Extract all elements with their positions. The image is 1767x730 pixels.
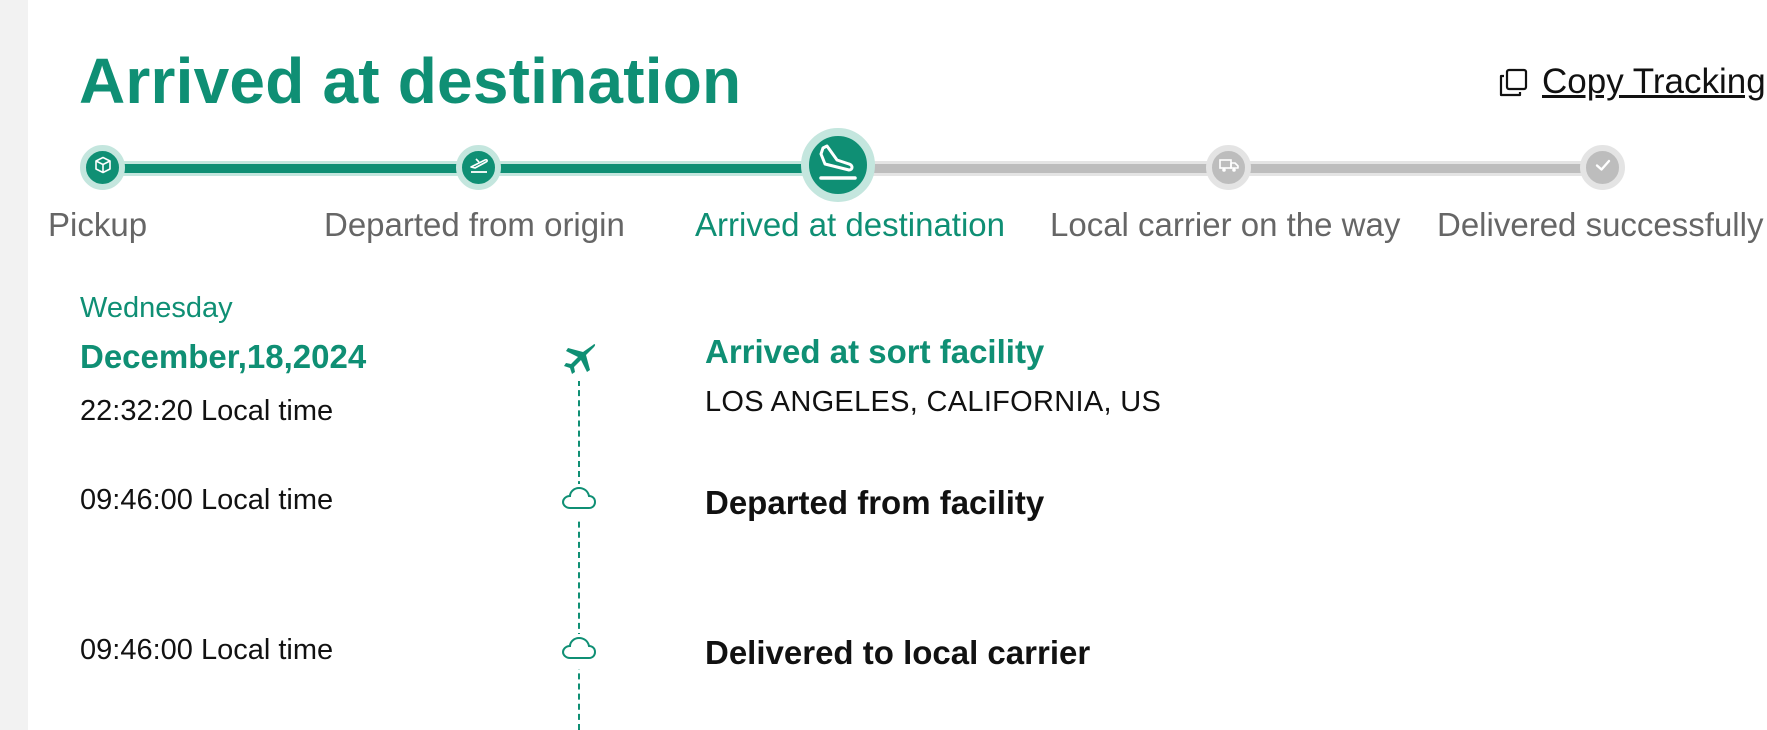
step-label-arrived: Arrived at destination (695, 206, 1006, 243)
step-node-local-carrier (1206, 145, 1251, 190)
plane-departure-icon (469, 155, 489, 180)
timeline-date: December,18,2024 (80, 338, 367, 375)
event-time: 09:46:00 Local time (80, 484, 334, 516)
progress-segment-done (118, 161, 460, 176)
package-icon (94, 156, 112, 179)
event-location: LOS ANGELES, CALIFORNIA, US (705, 386, 1162, 418)
shipment-status-title: Arrived at destination (79, 45, 742, 117)
event-title: Departed from facility (705, 484, 1045, 521)
step-label-pickup: Pickup (48, 206, 148, 243)
progress-segment-done (492, 161, 812, 176)
copy-icon (1498, 67, 1528, 97)
step-label-departed: Departed from origin (324, 206, 625, 243)
event-title: Delivered to local carrier (705, 634, 1091, 671)
step-node-pickup (80, 145, 125, 190)
progress-segment-pending (1244, 161, 1584, 176)
copy-tracking-label: Copy Tracking (1542, 62, 1766, 101)
event-time: 09:46:00 Local time (80, 634, 334, 666)
plane-landing-icon (815, 140, 861, 191)
step-node-arrived-current (801, 128, 875, 202)
step-label-local-carrier: Local carrier on the way (1050, 206, 1401, 243)
step-label-delivered: Delivered successfully (1437, 206, 1764, 243)
step-node-delivered (1580, 145, 1625, 190)
airplane-icon (562, 340, 598, 381)
copy-tracking-button[interactable]: Copy Tracking (1498, 62, 1766, 102)
left-gutter (0, 0, 28, 730)
timeline-connector (578, 380, 580, 730)
check-icon (1594, 156, 1612, 179)
step-node-departed (456, 145, 501, 190)
cloud-icon (561, 484, 597, 519)
cloud-icon (561, 634, 597, 669)
event-time: 22:32:20 Local time (80, 395, 334, 427)
truck-icon (1218, 157, 1239, 178)
timeline-day-name: Wednesday (80, 292, 233, 324)
event-title: Arrived at sort facility (705, 333, 1045, 370)
progress-segment-pending (860, 161, 1212, 176)
